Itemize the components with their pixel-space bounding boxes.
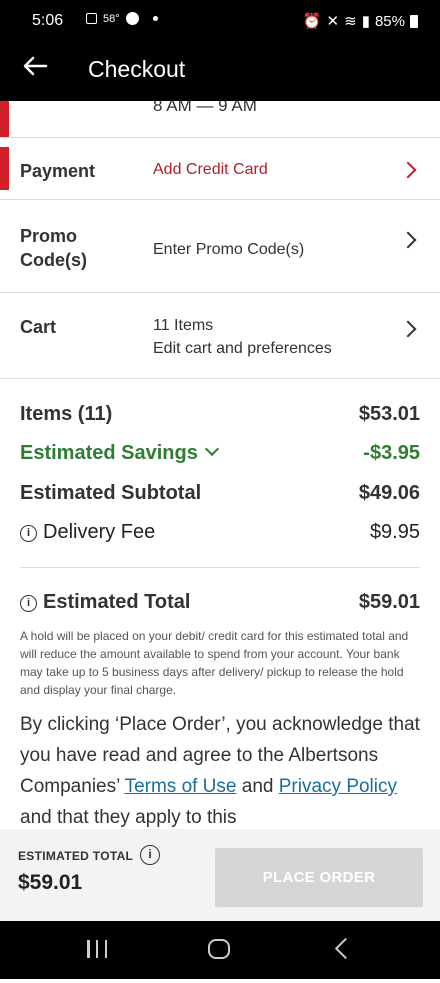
place-order-button[interactable]: PLACE ORDER	[215, 848, 423, 907]
checkout-content[interactable]: 8 AM — 9 AM Payment Add Credit Card Prom…	[0, 101, 440, 829]
info-icon[interactable]: i	[140, 845, 160, 865]
savings-label: Estimated Savings	[20, 442, 198, 464]
home-icon[interactable]	[208, 939, 230, 959]
estimated-total-line: i Estimated Total $59.01	[20, 589, 420, 615]
delivery-time-row[interactable]: 8 AM — 9 AM	[0, 101, 440, 138]
hold-disclaimer: A hold will be placed on your debit/ cre…	[20, 629, 409, 697]
page-title: Checkout	[88, 56, 186, 82]
promo-label-line2: Code(s)	[20, 250, 87, 270]
savings-amount: -$3.95	[363, 442, 420, 464]
footer-total-label: ESTIMATED TOTAL	[18, 849, 134, 863]
payment-row[interactable]: Payment Add Credit Card	[0, 138, 440, 200]
notification-dot-icon	[152, 16, 158, 21]
status-bar: 5:06 58° ⏰ ✕ ≋ ▮ 85%	[0, 0, 440, 42]
status-time: 5:06	[32, 12, 64, 29]
info-icon[interactable]: i	[20, 525, 37, 542]
items-amount: $53.01	[358, 403, 420, 425]
cart-label: Cart	[20, 317, 57, 337]
back-nav-icon[interactable]	[334, 937, 357, 960]
info-icon[interactable]: i	[20, 595, 37, 612]
delivery-fee-line: i Delivery Fee $9.95	[20, 519, 420, 545]
alarm-icon: ⏰	[302, 13, 322, 30]
wifi-icon: ≋	[344, 13, 357, 30]
checkout-footer: ESTIMATED TOTAL i $59.01 PLACE ORDER	[0, 829, 440, 921]
arrow-left-icon	[23, 56, 48, 76]
promo-label-line1: Promo	[20, 226, 78, 246]
back-button[interactable]	[20, 54, 54, 88]
battery-icon	[410, 14, 418, 28]
subtotal-line: Estimated Subtotal $49.06	[20, 480, 420, 506]
subtotal-amount: $49.06	[358, 482, 420, 504]
battery-percent: 85%	[374, 12, 405, 30]
edit-cart-link[interactable]: Edit cart and preferences	[153, 337, 332, 360]
delivery-fee-label: Delivery Fee	[43, 521, 156, 543]
items-total-line: Items (11) $53.01	[20, 401, 420, 427]
mute-icon: ✕	[326, 13, 340, 30]
terms-of-use-link[interactable]: Terms of Use	[125, 776, 237, 797]
subtotal-label: Estimated Subtotal	[20, 482, 202, 504]
signal-icon: ▮	[361, 13, 370, 30]
cart-item-count: 11 Items	[153, 317, 214, 334]
messenger-icon	[125, 12, 139, 25]
legal-acknowledgement: By clicking ‘Place Order’, you acknowled…	[20, 714, 420, 828]
payment-label: Payment	[20, 161, 96, 181]
chevron-right-icon	[399, 320, 417, 338]
savings-line[interactable]: Estimated Savings -$3.95	[20, 440, 420, 466]
section-indicator	[0, 101, 9, 137]
privacy-policy-link[interactable]: Privacy Policy	[279, 776, 397, 797]
delivery-fee-amount: $9.95	[369, 521, 420, 543]
chevron-right-icon	[399, 231, 417, 249]
estimated-total-label: Estimated Total	[43, 591, 191, 613]
cart-row[interactable]: Cart 11 Items Edit cart and preferences	[0, 293, 440, 379]
gallery-icon	[86, 13, 97, 24]
chevron-down-icon[interactable]	[204, 441, 219, 457]
status-temperature: 58°	[103, 12, 120, 25]
footer-total-amount: $59.01	[18, 871, 83, 894]
chevron-right-icon	[399, 161, 417, 179]
system-nav-bar	[0, 921, 440, 979]
delivery-time-window: 8 AM — 9 AM	[153, 101, 257, 115]
section-indicator	[0, 147, 9, 190]
promo-code-placeholder: Enter Promo Code(s)	[153, 241, 305, 258]
app-bar: Checkout	[0, 42, 440, 101]
add-credit-card-link[interactable]: Add Credit Card	[153, 158, 268, 181]
recent-apps-icon[interactable]	[87, 940, 107, 958]
items-label: Items (11)	[20, 403, 113, 425]
divider	[20, 567, 420, 568]
promo-code-row[interactable]: Promo Code(s) Enter Promo Code(s)	[0, 200, 440, 293]
estimated-total-amount: $59.01	[358, 591, 420, 613]
